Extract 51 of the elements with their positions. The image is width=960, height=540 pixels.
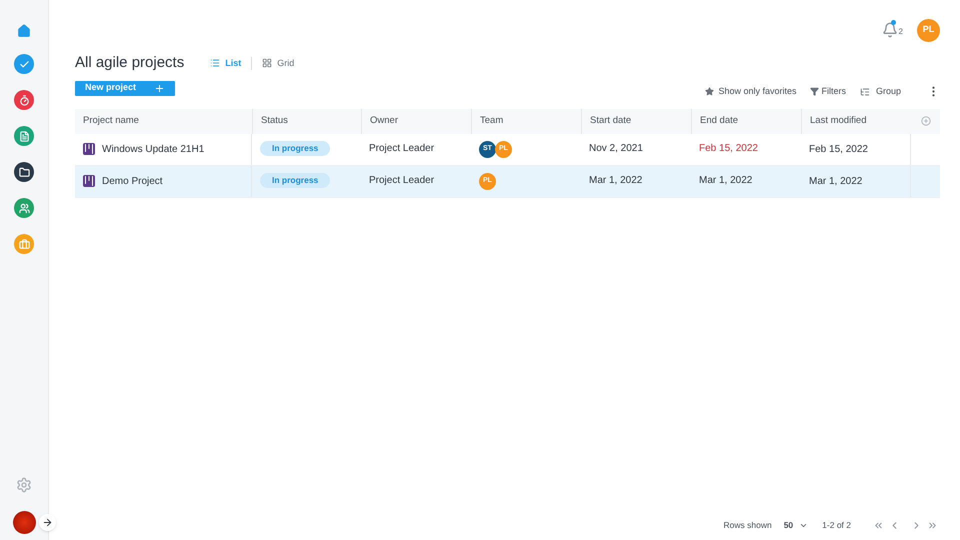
table-cell-text: Mar 1, 2022 [809,174,862,188]
user-avatar[interactable] [12,511,36,534]
table-cell: Project Leader [369,143,434,154]
filter-icon [810,87,820,96]
board-icon [83,175,95,187]
table-cell: Mar 1, 2022 [589,175,642,186]
first-page-icon[interactable] [873,520,884,530]
last-page-icon[interactable] [927,520,938,530]
people-icon[interactable] [14,198,34,218]
board-icon [83,143,95,155]
column-header[interactable]: Owner [370,114,398,128]
plus-icon [154,82,165,94]
status-badge: In progress [260,173,330,188]
column-header[interactable]: Team [480,114,504,128]
add-column-icon[interactable] [920,116,930,126]
page-range: 1-2 of 2 [822,518,851,532]
table-cell: Nov 2, 2021 [589,143,643,154]
column-header[interactable]: Status [261,114,288,128]
status-badge: In progress [260,141,330,156]
timer-icon[interactable] [14,90,34,110]
folder-icon[interactable] [14,162,34,182]
group-button[interactable]: Group [860,84,901,98]
star-icon [705,87,714,96]
arrow-icon [42,517,53,528]
notification-count: 2 [898,26,903,38]
rows-per-page-select[interactable]: 50 [784,518,808,532]
briefcase-icon[interactable] [14,234,34,254]
check-icon[interactable] [14,54,34,74]
column-header[interactable]: Project name [83,114,139,128]
notification-bell-icon[interactable] [882,22,898,38]
column-header[interactable]: End date [700,114,738,128]
grid-icon [262,58,272,68]
project-name[interactable]: Demo Project [102,174,163,188]
table-cell: Project Leader [369,175,434,186]
list-icon [210,58,220,68]
table-cell: Feb 15, 2022 [699,143,758,154]
expand-button[interactable] [39,514,56,531]
column-header[interactable]: Last modified [810,114,867,128]
view-tab[interactable]: Grid [262,56,294,70]
group-icon [860,86,870,96]
home-icon[interactable] [17,24,31,38]
rows-shown-label: Rows shown [724,518,772,532]
page-title: All agile projects [75,53,184,73]
project-name[interactable]: Windows Update 21H1 [102,142,204,156]
table-cell-text: Feb 15, 2022 [809,142,868,156]
favorites-filter[interactable]: Show only favorites [705,84,796,98]
filters-button[interactable]: Filters [810,84,846,98]
table-cell: Mar 1, 2022 [699,175,752,186]
column-header[interactable]: Start date [590,114,632,128]
document-icon[interactable] [14,126,34,146]
settings-icon[interactable] [16,477,32,493]
